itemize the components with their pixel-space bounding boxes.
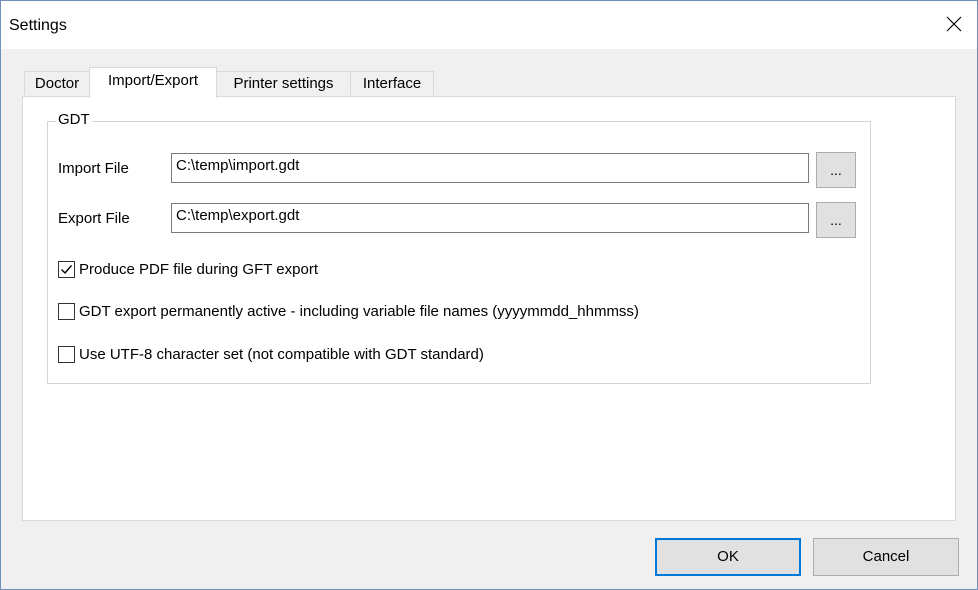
export-file-input[interactable]: C:\temp\export.gdt: [171, 203, 809, 233]
title-bar: Settings: [1, 1, 977, 49]
permanent-export-label: GDT export permanently active - includin…: [79, 303, 639, 320]
tab-doctor[interactable]: Doctor: [24, 71, 90, 95]
tab-interface[interactable]: Interface: [350, 71, 434, 95]
window-title: Settings: [9, 17, 67, 34]
pdf-export-label: Produce PDF file during GFT export: [79, 261, 318, 278]
tab-printer-settings[interactable]: Printer settings: [216, 71, 351, 95]
gdt-groupbox: GDT Import File C:\temp\import.gdt ... E…: [47, 111, 871, 384]
tab-panel-import-export: GDT Import File C:\temp\import.gdt ... E…: [22, 96, 956, 521]
export-browse-button[interactable]: ...: [816, 202, 856, 238]
permanent-export-checkbox-row[interactable]: GDT export permanently active - includin…: [58, 303, 639, 320]
utf8-checkbox-row[interactable]: Use UTF-8 character set (not compatible …: [58, 346, 484, 363]
utf8-checkbox[interactable]: [58, 346, 75, 363]
pdf-export-checkbox[interactable]: [58, 261, 75, 278]
close-button[interactable]: [931, 1, 977, 47]
import-file-label: Import File: [58, 160, 129, 177]
settings-dialog: Settings Doctor Import/Export Printer se…: [0, 0, 978, 590]
import-file-input[interactable]: C:\temp\import.gdt: [171, 153, 809, 183]
permanent-export-checkbox[interactable]: [58, 303, 75, 320]
checkmark-icon: [61, 265, 73, 275]
utf8-label: Use UTF-8 character set (not compatible …: [79, 346, 484, 363]
close-icon: [946, 16, 962, 32]
cancel-button[interactable]: Cancel: [813, 538, 959, 576]
pdf-export-checkbox-row[interactable]: Produce PDF file during GFT export: [58, 261, 318, 278]
tab-import-export[interactable]: Import/Export: [89, 67, 217, 98]
import-browse-button[interactable]: ...: [816, 152, 856, 188]
gdt-group-title: GDT: [56, 111, 92, 128]
export-file-label: Export File: [58, 210, 130, 227]
ok-button[interactable]: OK: [655, 538, 801, 576]
